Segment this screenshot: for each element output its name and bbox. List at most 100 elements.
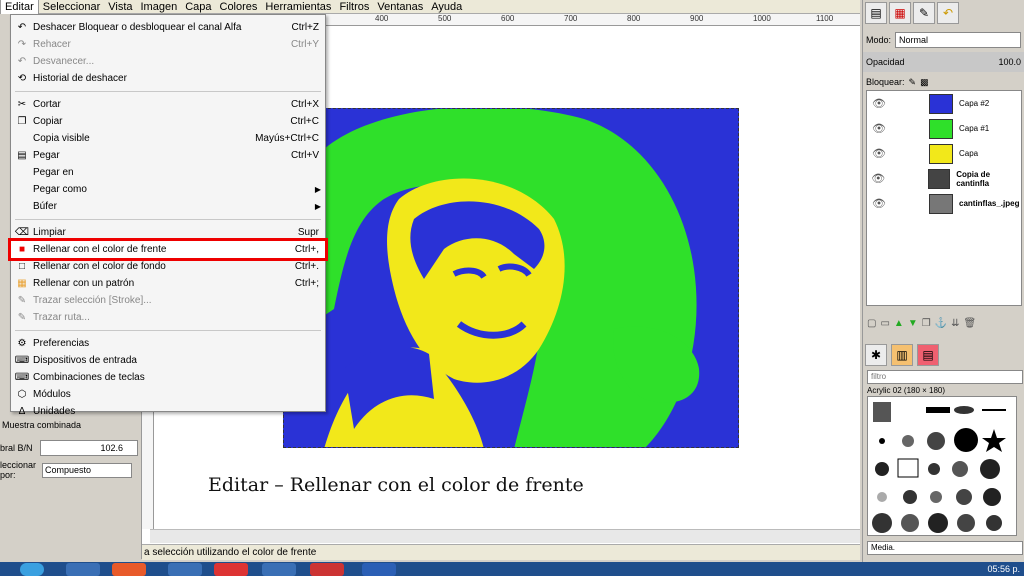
layer-row[interactable]: 👁 Capa #1 bbox=[867, 116, 1021, 141]
cut-icon: ✂ bbox=[17, 99, 27, 110]
menu-editar[interactable]: Editar bbox=[0, 0, 39, 14]
menu-item-rellenar-con-un-patrón[interactable]: ▦ Rellenar con un patrón Ctrl+; bbox=[11, 275, 325, 292]
menu-item-label: Preferencias bbox=[33, 338, 90, 349]
menu-item-trazar-selección-stroke[interactable]: ✎ Trazar selección [Stroke]... bbox=[11, 292, 325, 309]
taskbar-app-folder[interactable] bbox=[168, 563, 202, 576]
visibility-eye-icon[interactable]: 👁 bbox=[867, 147, 891, 160]
menu-item-rehacer[interactable]: ↷ Rehacer Ctrl+Y bbox=[11, 36, 325, 53]
taskbar-app-explorer[interactable] bbox=[66, 563, 100, 576]
menu-item-pegar-en[interactable]: Pegar en bbox=[11, 164, 325, 181]
brush-filter-input[interactable]: filtro bbox=[867, 370, 1023, 384]
menu-filtros[interactable]: Filtros bbox=[335, 0, 373, 14]
menu-item-label: Cortar bbox=[33, 99, 61, 110]
undo-tab-icon[interactable]: ↶ bbox=[937, 2, 959, 24]
menu-item-dispositivos-de-entrada[interactable]: ⌨ Dispositivos de entrada bbox=[11, 352, 325, 369]
units-icon: Δ bbox=[18, 406, 26, 417]
brush-name-label: Acrylic 02 (180 × 180) bbox=[867, 386, 946, 395]
layer-row[interactable]: 👁 cantinflas_.jpeg bbox=[867, 191, 1021, 216]
visibility-eye-icon[interactable]: 👁 bbox=[867, 197, 891, 210]
merge-layer-icon[interactable]: ⇊ bbox=[951, 318, 959, 336]
menu-vista[interactable]: Vista bbox=[104, 0, 136, 14]
menu-item-limpiar[interactable]: ⌫ Limpiar Supr bbox=[11, 224, 325, 241]
posterized-image[interactable] bbox=[283, 108, 739, 448]
gradients-tab-icon[interactable]: ▤ bbox=[917, 344, 939, 366]
visibility-eye-icon[interactable]: 👁 bbox=[867, 97, 891, 110]
menu-item-label: Pegar como bbox=[33, 184, 87, 195]
menu-item-shortcut: Ctrl+C bbox=[290, 116, 319, 127]
start-button[interactable] bbox=[20, 563, 44, 576]
menu-colores[interactable]: Colores bbox=[216, 0, 262, 14]
menu-item-búfer[interactable]: Búfer ▶ bbox=[11, 198, 325, 215]
menu-item-label: Rellenar con el color de fondo bbox=[33, 261, 166, 272]
threshold-input[interactable]: 102.6 bbox=[40, 440, 138, 456]
menu-herramientas[interactable]: Herramientas bbox=[261, 0, 335, 14]
menu-item-pegar[interactable]: ▤ Pegar Ctrl+V bbox=[11, 147, 325, 164]
menu-imagen[interactable]: Imagen bbox=[137, 0, 182, 14]
menu-item-label: Deshacer Bloquear o desbloquear el canal… bbox=[33, 22, 242, 33]
menu-item-rellenar-con-el-color-de-frente[interactable]: ■ Rellenar con el color de frente Ctrl+, bbox=[8, 238, 328, 261]
layer-row[interactable]: 👁 Capa bbox=[867, 141, 1021, 166]
duplicate-layer-icon[interactable]: ❐ bbox=[922, 318, 931, 336]
brushes-tab-icon[interactable]: ✱ bbox=[865, 344, 887, 366]
menu-item-copiar[interactable]: ❐ Copiar Ctrl+C bbox=[11, 113, 325, 130]
menu-item-trazar-ruta[interactable]: ✎ Trazar ruta... bbox=[11, 309, 325, 326]
menu-item-combinaciones-de-teclas[interactable]: ⌨ Combinaciones de teclas bbox=[11, 369, 325, 386]
lock-pixels-icon[interactable]: ✎ bbox=[909, 77, 917, 88]
brush-grid[interactable] bbox=[867, 396, 1017, 536]
visibility-eye-icon[interactable]: 👁 bbox=[867, 172, 890, 185]
menu-item-desvanecer[interactable]: ↶ Desvanecer... bbox=[11, 53, 325, 70]
new-group-icon[interactable]: ▭ bbox=[880, 318, 889, 336]
menu-item-rellenar-con-el-color-de-fondo[interactable]: □ Rellenar con el color de fondo Ctrl+. bbox=[11, 258, 325, 275]
taskbar-app-chrome[interactable] bbox=[112, 563, 146, 576]
layer-name: Capa #2 bbox=[959, 99, 990, 108]
horizontal-scrollbar[interactable] bbox=[150, 529, 860, 543]
menu-item-label: Rellenar con un patrón bbox=[33, 278, 135, 289]
menu-item-deshacer-bloquear-o-desbloquear-el-canal-alfa[interactable]: ↶ Deshacer Bloquear o desbloquear el cana… bbox=[11, 19, 325, 36]
menu-item-unidades[interactable]: Δ Unidades bbox=[11, 403, 325, 420]
channels-tab-icon[interactable]: ▦ bbox=[889, 2, 911, 24]
ruler-tick-label: 400 bbox=[375, 14, 389, 23]
menu-item-pegar-como[interactable]: Pegar como ▶ bbox=[11, 181, 325, 198]
paths-tab-icon[interactable]: ✎ bbox=[913, 2, 935, 24]
visibility-eye-icon[interactable]: 👁 bbox=[867, 122, 891, 135]
menu-item-copia-visible[interactable]: Copia visible Mayús+Ctrl+C bbox=[11, 130, 325, 147]
submenu-arrow-icon: ▶ bbox=[314, 185, 321, 194]
new-layer-icon[interactable]: ▢ bbox=[867, 318, 876, 336]
edit-menu: ↶ Deshacer Bloquear o desbloquear el cana… bbox=[8, 14, 328, 417]
fade-icon: ↶ bbox=[17, 56, 27, 67]
menu-separator bbox=[15, 91, 321, 92]
taskbar-app-chrome-2[interactable] bbox=[214, 563, 248, 576]
mode-dropdown[interactable]: Normal bbox=[895, 32, 1021, 48]
taskbar-app-powerpoint[interactable] bbox=[310, 563, 344, 576]
menu-item-preferencias[interactable]: ⚙ Preferencias bbox=[11, 335, 325, 352]
menu-item-label: Pegar en bbox=[33, 167, 74, 178]
anchor-layer-icon[interactable]: ⚓ bbox=[935, 318, 947, 336]
menu-item-label: Copia visible bbox=[33, 133, 90, 144]
layers-tab-icon[interactable]: ▤ bbox=[865, 2, 887, 24]
taskbar-app-gimp[interactable] bbox=[262, 563, 296, 576]
menu-ventanas[interactable]: Ventanas bbox=[373, 0, 427, 14]
opacity-value[interactable]: 100.0 bbox=[998, 57, 1021, 67]
patterns-tab-icon[interactable]: ▥ bbox=[891, 344, 913, 366]
menu-item-shortcut: Ctrl+Z bbox=[291, 22, 320, 33]
menu-item-label: Limpiar bbox=[33, 227, 66, 238]
menu-item-label: Trazar selección [Stroke]... bbox=[33, 295, 152, 306]
menu-item-módulos[interactable]: ⬡ Módulos bbox=[11, 386, 325, 403]
menu-item-cortar[interactable]: ✂ Cortar Ctrl+X bbox=[11, 96, 325, 113]
brush-spacing-dropdown[interactable]: Media. bbox=[867, 541, 1023, 555]
menu-item-label: Historial de deshacer bbox=[33, 73, 127, 84]
menu-seleccionar[interactable]: Seleccionar bbox=[39, 0, 104, 14]
layer-row[interactable]: 👁 Capa #2 bbox=[867, 91, 1021, 116]
delete-layer-icon[interactable]: 🗑 bbox=[964, 318, 977, 336]
menu-item-historial-de-deshacer[interactable]: ⟲ Historial de deshacer bbox=[11, 70, 325, 87]
raise-layer-icon[interactable]: ▲ bbox=[894, 318, 904, 336]
layer-row[interactable]: 👁 Copia de cantinfla bbox=[867, 166, 1021, 191]
lower-layer-icon[interactable]: ▼ bbox=[908, 318, 918, 336]
menu-item-label: Pegar bbox=[33, 150, 60, 161]
menu-ayuda[interactable]: Ayuda bbox=[427, 0, 466, 14]
taskbar-app-word[interactable] bbox=[362, 563, 396, 576]
lock-alpha-icon[interactable]: ▩ bbox=[920, 77, 929, 88]
menu-capa[interactable]: Capa bbox=[181, 0, 215, 14]
select-by-dropdown[interactable]: Compuesto bbox=[42, 462, 132, 478]
lock-label: Bloquear: bbox=[866, 77, 905, 87]
